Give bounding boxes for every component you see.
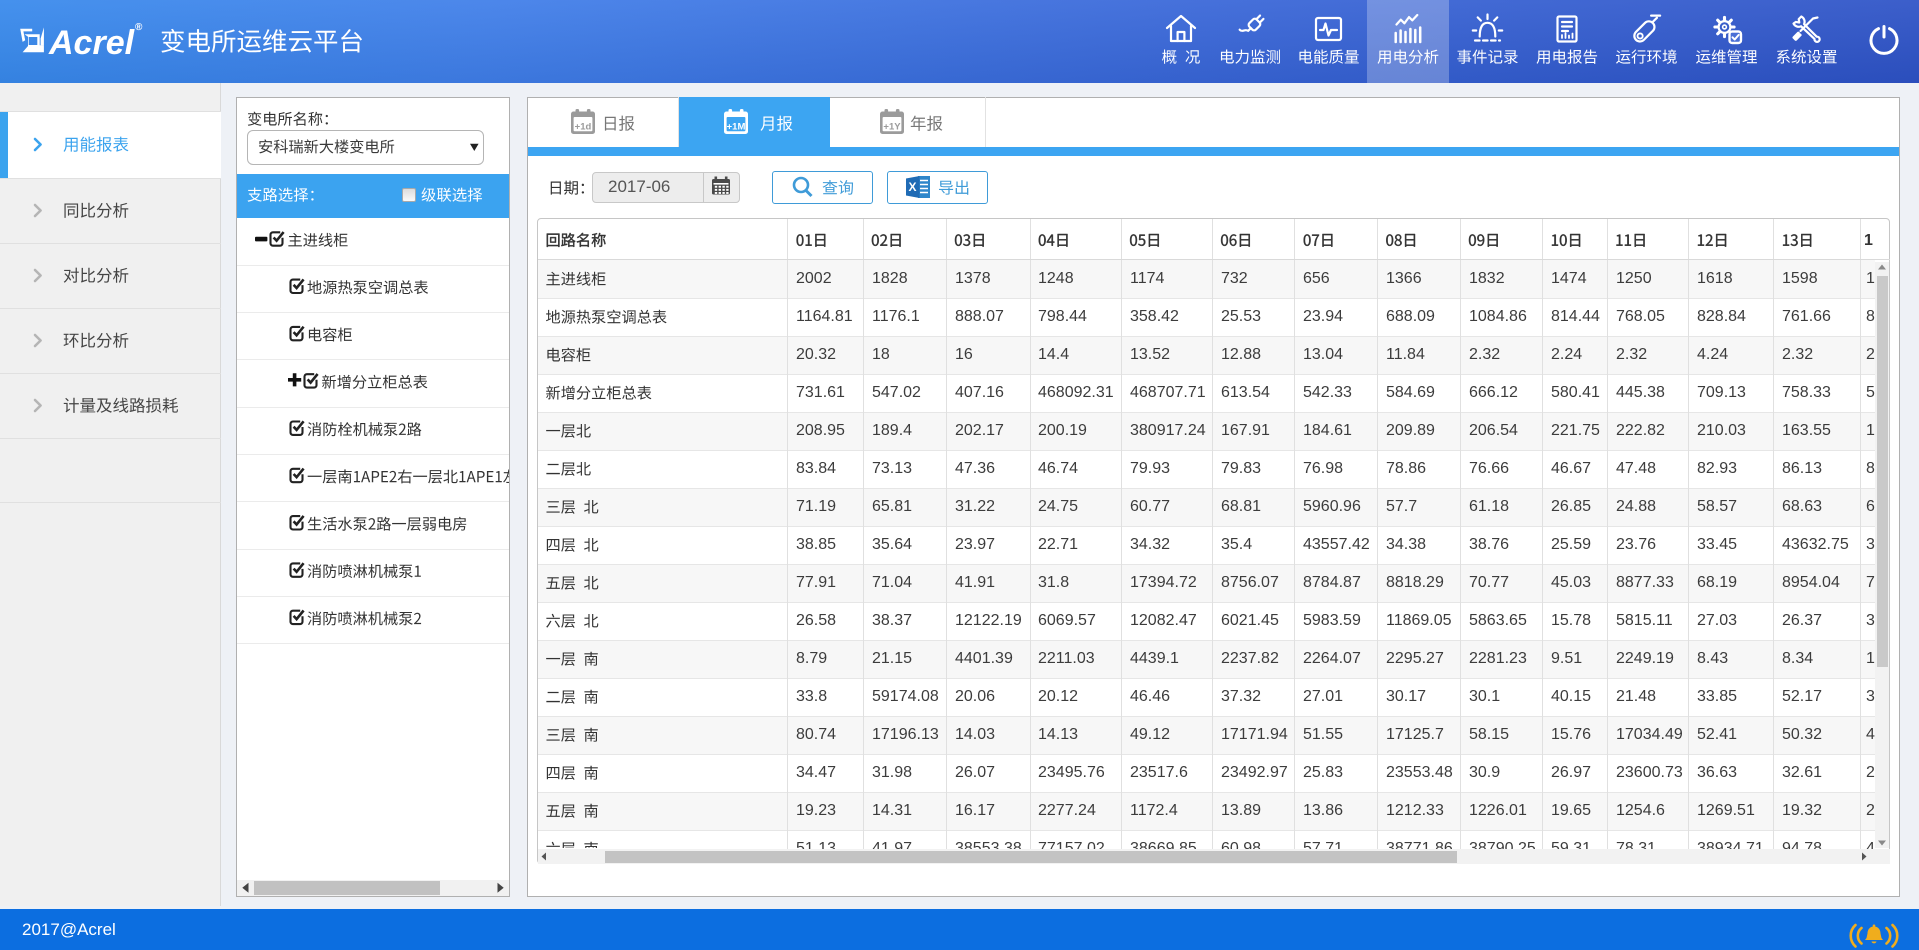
svg-text:X: X (908, 180, 916, 194)
svg-text:+1M: +1M (727, 121, 746, 132)
svg-text:+1Y: +1Y (883, 121, 901, 132)
svg-text:+1d: +1d (575, 121, 592, 132)
